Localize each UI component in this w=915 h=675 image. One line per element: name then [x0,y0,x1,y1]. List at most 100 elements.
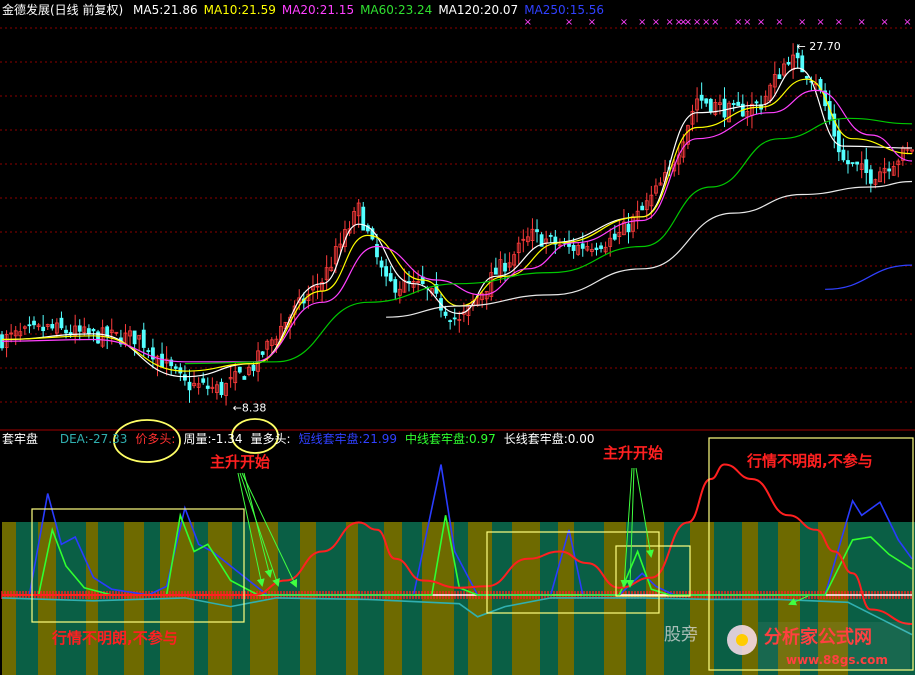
indicator-legend: 套牢盘 DEA:-27.33 价多头: 周量:-1.34 量多头: 短线套牢盘:21.9… [2,432,603,446]
candle-body [795,52,800,59]
ma-line-ma20 [1,89,913,363]
candle-body [388,273,393,282]
candle-body [640,205,645,211]
logo-text: 分析家公式网 [764,626,872,648]
candle-body [201,378,206,383]
indicator-legend-item: 短线套牢盘:21.99 [298,432,397,446]
candle-body [736,101,741,106]
signal-marker: × [858,17,866,28]
candle-body [448,320,453,322]
candle-body [841,149,846,161]
annotation-unclear-bottom: 行情不明朗,不参与 [51,629,178,647]
candle-body [91,328,96,332]
candle-body [141,329,146,348]
ma-legend-item: MA250:15.56 [524,3,605,17]
candle-body [219,381,224,396]
candle-body [887,168,892,172]
annotation-unclear-top: 行情不明朗,不参与 [746,452,873,470]
candle-body [443,311,448,316]
candle-body [846,160,850,165]
signal-marker: × [702,17,710,28]
candle-body [571,244,576,251]
candle-body [242,376,247,380]
candle-body [777,74,782,80]
signal-marker: × [684,17,692,28]
price-grid [0,27,915,403]
indicator-legend-item: 量多头: [250,432,291,446]
ma-legend-item: MA120:20.07 [438,3,519,17]
candle-body [160,353,164,368]
indicator-legend-item: 价多头: [135,432,176,446]
candle-body [173,366,178,369]
ma-legend-item: MA10:21.59 [203,3,276,17]
signal-marker: × [775,17,783,28]
candle-body [132,330,137,345]
indicator-legend-item: 中线套牢盘:0.97 [404,432,496,446]
ma-legend-list: MA5:21.86 MA10:21.59 MA20:21.15 MA60:23.24 M… [127,3,604,17]
candle-body [32,320,36,326]
signal-marker: × [835,17,843,28]
indicator-legend-item: DEA:-27.33 [59,432,128,446]
signal-marker: × [638,17,646,28]
candle-body [361,206,366,231]
watermark-text: 股旁 [664,625,698,645]
candle-body [804,75,809,79]
candle-body [580,243,585,249]
ma-legend-item: MA60:23.24 [360,3,433,17]
chart-svg: ← 27.70←8.38× × × × × × × ××× × × × × × × × × × × × × ×主升开始主… [0,17,915,675]
candle-body [722,98,727,118]
candle-group [0,43,914,406]
logo-url: www.88gs.com [786,653,888,667]
candle-body [146,350,151,352]
signal-marker: × [734,17,742,28]
candle-body [64,329,68,334]
candle-body [27,324,32,327]
candle-body [379,260,384,268]
signal-marker: × [903,17,911,28]
candle-body [708,98,713,112]
signal-marker: × [816,17,824,28]
candle-body [260,351,265,355]
candle-body [187,381,192,391]
candle-body [704,98,709,104]
candle-body [548,235,553,237]
ma-line-ma10 [1,78,913,372]
candle-body [599,245,603,249]
annotation-main-rise-1: 主升开始 [210,453,270,471]
signal-marker: × [665,17,673,28]
candle-body [594,247,599,251]
indicator-title: 套牢盘 [2,432,39,446]
ma-line-ma250 [825,264,913,290]
signal-marker: × [565,17,573,28]
candle-body [836,130,841,153]
ma-legend-item: MA20:21.15 [281,3,355,17]
candle-body [868,169,873,184]
indicator-legend-item: 长线套牢盘:0.00 [503,432,595,446]
indicator-legend-list: DEA:-27.33 价多头: 周量:-1.34 量多头: 短线套牢盘:21.99 中线套… [60,432,603,446]
candle-body [251,364,256,371]
annotation-main-rise-2: 主升开始 [603,444,663,462]
indicator-legend-item: 周量:-1.34 [183,432,243,446]
high-price-label: ← 27.70 [797,40,841,53]
signal-marker: × [620,17,628,28]
signal-marker: × [711,17,719,28]
candle-body [205,385,210,389]
candle-body [786,62,791,65]
candle-body [612,233,617,240]
candle-body [535,229,539,233]
indicator-band [98,522,124,675]
candle-body [393,279,398,293]
candle-body [384,266,389,277]
low-price-label: ←8.38 [233,401,267,414]
signal-marker: × [757,17,765,28]
chart-stage: ← 27.70 ←8.38 × × × × × × × × × × × × × × × × × × × × × × × 主升开始主… [0,0,915,675]
ma-line-ma60 [184,117,913,365]
signal-marker: × [524,17,532,28]
signal-marker: × [880,17,888,28]
candle-body [86,328,91,334]
candle-body [864,159,869,174]
stock-title: 金德发展(日线 前复权) [2,3,124,17]
candle-body [503,262,507,272]
candle-body [731,103,736,105]
candle-body [699,94,704,101]
